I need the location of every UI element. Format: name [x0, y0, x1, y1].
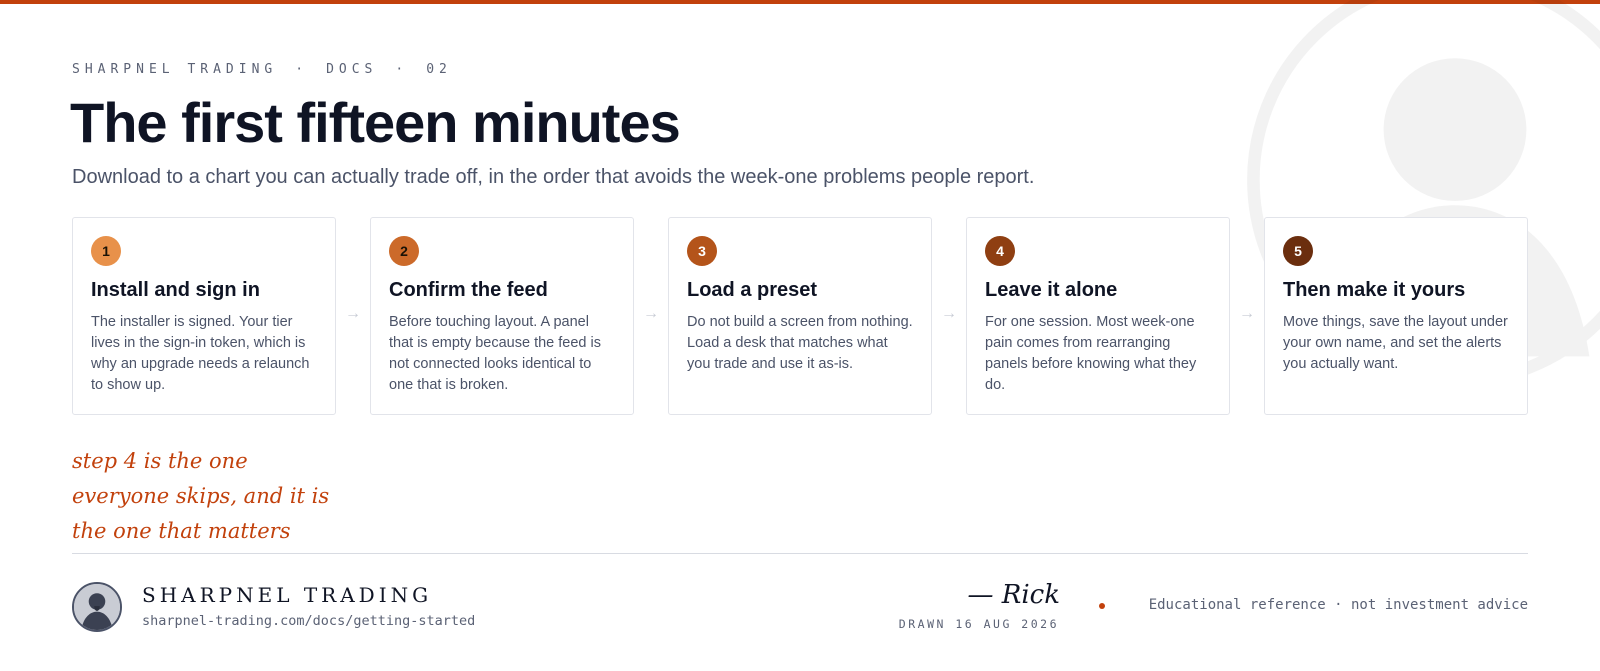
step-card-3: 3 Load a preset Do not build a screen fr… — [668, 217, 932, 415]
arrow-right-icon: → — [345, 305, 361, 322]
footer-divider — [72, 553, 1528, 554]
eyebrow-separator: · — [295, 62, 309, 77]
signature: — Rick — [967, 580, 1060, 610]
arrow-right-icon: → — [941, 305, 957, 322]
step-number-badge: 2 — [389, 236, 419, 266]
step-card-1: 1 Install and sign in The installer is s… — [72, 217, 336, 415]
step-number-badge: 1 — [91, 236, 121, 266]
eyebrow-separator: · — [395, 62, 409, 77]
eyebrow-section: DOCS — [326, 62, 378, 77]
step-card-5: 5 Then make it yours Move things, save t… — [1264, 217, 1528, 415]
step-body: Before touching layout. A panel that is … — [389, 314, 601, 393]
step-title: Load a preset — [687, 279, 818, 301]
eyebrow: SHARPNEL TRADING · DOCS · 02 — [72, 62, 452, 77]
step-number-badge: 4 — [985, 236, 1015, 266]
eyebrow-number: 02 — [426, 62, 452, 77]
step-body: The installer is signed. Your tier lives… — [91, 314, 310, 393]
step-title: Confirm the feed — [389, 279, 548, 301]
arrow-right-icon: → — [1239, 305, 1255, 322]
status-dot-icon — [1099, 603, 1105, 609]
step-title: Install and sign in — [91, 279, 260, 301]
step-number-badge: 3 — [687, 236, 717, 266]
footer-url-link[interactable]: sharpnel-trading.com/docs/getting-starte… — [142, 613, 475, 629]
bust-portrait-icon — [74, 584, 120, 630]
step-card-4: 4 Leave it alone For one session. Most w… — [966, 217, 1230, 415]
avatar — [72, 582, 122, 632]
note-line: the one that matters — [72, 519, 291, 543]
disclaimer: Educational reference · not investment a… — [1148, 597, 1528, 613]
page-title: The first fifteen minutes — [70, 91, 681, 154]
step-title: Leave it alone — [985, 279, 1118, 301]
page-subtitle: Download to a chart you can actually tra… — [72, 166, 1035, 188]
note-line: everyone skips, and it is — [72, 484, 330, 508]
arrow-right-icon: → — [643, 305, 659, 322]
steps-row: 1 Install and sign in The installer is s… — [72, 217, 1528, 415]
step-title: Then make it yours — [1283, 279, 1466, 301]
step-body: Move things, save the layout under your … — [1283, 314, 1508, 372]
note-line: step 4 is the one — [72, 449, 248, 473]
step-body: Do not build a screen from nothing. Load… — [687, 314, 913, 372]
step-card-2: 2 Confirm the feed Before touching layou… — [370, 217, 634, 415]
eyebrow-brand: SHARPNEL TRADING — [72, 62, 278, 77]
drawn-date: DRAWN 16 AUG 2026 — [898, 617, 1059, 631]
handwritten-note: step 4 is the one everyone skips, and it… — [72, 444, 372, 549]
step-body: For one session. Most week-one pain come… — [985, 314, 1197, 393]
footer-brand-name: SHARPNEL TRADING — [142, 583, 433, 607]
step-number-badge: 5 — [1283, 236, 1313, 266]
